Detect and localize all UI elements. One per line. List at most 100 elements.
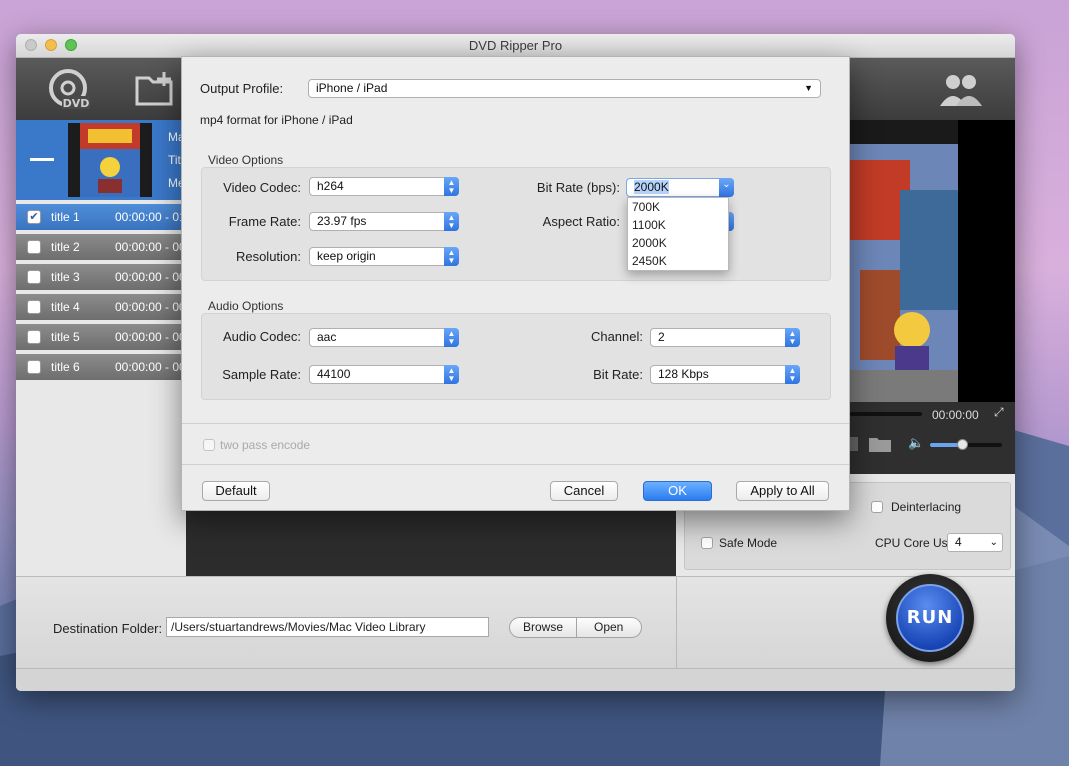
title-row[interactable]: title 4 00:00:00 - 00 <box>16 294 186 320</box>
video-codec-select[interactable]: h264 ▲ ▼ <box>309 177 459 196</box>
remove-source-button[interactable] <box>30 158 54 161</box>
default-button[interactable]: Default <box>202 481 270 501</box>
stepper-icon: ▲ ▼ <box>444 177 459 196</box>
title-checkbox[interactable] <box>27 300 41 314</box>
title-checkbox[interactable] <box>27 330 41 344</box>
title-checkbox[interactable] <box>27 270 41 284</box>
resolution-select[interactable]: keep origin ▲ ▼ <box>309 247 459 266</box>
cancel-button[interactable]: Cancel <box>550 481 618 501</box>
audio-bit-rate-value: 128 Kbps <box>658 367 709 381</box>
output-profile-select[interactable]: iPhone / iPad ▼ <box>308 79 821 98</box>
stepper-icon: ▲ ▼ <box>785 328 800 347</box>
close-window-button[interactable] <box>25 39 37 51</box>
stepper-icon: ▲ ▼ <box>444 212 459 231</box>
stepper-icon: ▲ ▼ <box>444 328 459 347</box>
open-folder-icon[interactable] <box>868 435 892 456</box>
fullscreen-icon[interactable]: ⤢ <box>994 405 1004 420</box>
svg-text:DVD: DVD <box>63 97 90 110</box>
audio-codec-select[interactable]: aac ▲ ▼ <box>309 328 459 347</box>
dvd-icon[interactable]: DVD <box>48 68 92 115</box>
audio-codec-label: Audio Codec: <box>222 329 301 344</box>
channel-value: 2 <box>658 330 665 344</box>
run-button[interactable]: RUN <box>886 574 974 662</box>
audio-codec-value: aac <box>317 330 337 344</box>
status-bar <box>16 668 1015 691</box>
sample-rate-label: Sample Rate: <box>222 367 301 382</box>
volume-slider[interactable] <box>930 439 1002 450</box>
sample-rate-select[interactable]: 44100 ▲ ▼ <box>309 365 459 384</box>
maximize-window-button[interactable] <box>65 39 77 51</box>
title-row[interactable]: title 2 00:00:00 - 00 <box>16 234 186 260</box>
two-pass-label: two pass encode <box>220 438 311 452</box>
add-folder-icon[interactable] <box>134 70 176 111</box>
bit-rate-option[interactable]: 2000K <box>628 234 728 252</box>
player-controls: 00:00:00 ⤢ 🔈 <box>850 402 1015 474</box>
audio-options-title: Audio Options <box>208 299 284 313</box>
separator <box>182 464 849 465</box>
title-duration: 00:00:00 - 00 <box>115 360 186 374</box>
two-pass-checkbox[interactable] <box>203 439 215 451</box>
chevron-down-icon: ⌄ <box>989 537 998 548</box>
source-item[interactable]: Ma Tit Me <box>16 120 186 200</box>
title-row[interactable]: ✔ title 1 00:00:00 - 01 <box>16 204 186 230</box>
users-icon[interactable] <box>938 72 984 111</box>
bit-rate-combo[interactable]: 2000K ⌄ <box>626 178 734 197</box>
bit-rate-value[interactable]: 2000K <box>634 180 669 194</box>
title-row[interactable]: title 3 00:00:00 - 00 <box>16 264 186 290</box>
video-preview <box>850 120 1015 402</box>
audio-bit-rate-select[interactable]: 128 Kbps ▲ ▼ <box>650 365 800 384</box>
output-profile-label: Output Profile: <box>200 81 284 96</box>
title-name: title 3 <box>51 270 80 284</box>
deinterlacing-label: Deinterlacing <box>891 500 962 514</box>
title-name: title 2 <box>51 240 80 254</box>
resolution-value: keep origin <box>317 249 376 263</box>
channel-select[interactable]: 2 ▲ ▼ <box>650 328 800 347</box>
safe-mode-checkbox[interactable] <box>701 537 713 549</box>
frame-rate-label: Frame Rate: <box>228 214 301 229</box>
title-duration: 00:00:00 - 00 <box>115 330 186 344</box>
destination-folder-label: Destination Folder: <box>53 621 163 636</box>
stepper-icon: ▲ ▼ <box>444 365 459 384</box>
title-row[interactable]: title 5 00:00:00 - 00 <box>16 324 186 350</box>
aspect-ratio-label: Aspect Ratio: <box>542 214 620 229</box>
preview-poster <box>850 120 958 402</box>
frame-rate-select[interactable]: 23.97 fps ▲ ▼ <box>309 212 459 231</box>
channel-label: Channel: <box>590 329 643 344</box>
ok-button[interactable]: OK <box>643 481 712 501</box>
title-duration: 00:00:00 - 00 <box>115 300 186 314</box>
browse-button[interactable]: Browse <box>523 620 563 634</box>
run-label: RUN <box>896 584 964 652</box>
chevron-down-icon: ⌄ <box>719 178 734 197</box>
snapshot-icon[interactable] <box>850 437 858 451</box>
title-duration: 00:00:00 - 01 <box>115 210 186 224</box>
stepper-icon: ▲ ▼ <box>444 247 459 266</box>
audio-bit-rate-label: Bit Rate: <box>593 367 643 382</box>
video-codec-label: Video Codec: <box>223 180 301 195</box>
seek-bar[interactable] <box>850 412 922 416</box>
folder-buttons: Browse Open <box>509 617 642 638</box>
title-name: title 4 <box>51 300 80 314</box>
minimize-window-button[interactable] <box>45 39 57 51</box>
sample-rate-value: 44100 <box>317 367 351 381</box>
title-checkbox[interactable] <box>27 360 41 374</box>
cpu-core-select[interactable]: 4 ⌄ <box>947 533 1003 552</box>
destination-folder-input[interactable]: /Users/stuartandrews/Movies/Mac Video Li… <box>166 617 489 637</box>
title-checkbox[interactable] <box>27 240 41 254</box>
title-row[interactable]: title 6 00:00:00 - 00 <box>16 354 186 380</box>
window-title: DVD Ripper Pro <box>468 38 563 53</box>
bit-rate-option[interactable]: 1100K <box>628 216 728 234</box>
open-button[interactable]: Open <box>594 620 623 634</box>
stepper-icon: ▲ ▼ <box>785 365 800 384</box>
deinterlacing-checkbox[interactable] <box>871 501 883 513</box>
title-name: title 6 <box>51 360 80 374</box>
audio-options-group <box>201 313 831 400</box>
bit-rate-dropdown-menu: 700K 1100K 2000K 2450K <box>627 197 729 271</box>
frame-rate-value: 23.97 fps <box>317 214 367 228</box>
volume-knob[interactable] <box>957 439 969 450</box>
video-codec-value: h264 <box>317 179 344 193</box>
apply-to-all-button[interactable]: Apply to All <box>736 481 829 501</box>
bit-rate-option[interactable]: 2450K <box>628 252 728 270</box>
bit-rate-option[interactable]: 700K <box>628 198 728 216</box>
title-checkbox[interactable]: ✔ <box>27 210 41 224</box>
title-name: title 5 <box>51 330 80 344</box>
